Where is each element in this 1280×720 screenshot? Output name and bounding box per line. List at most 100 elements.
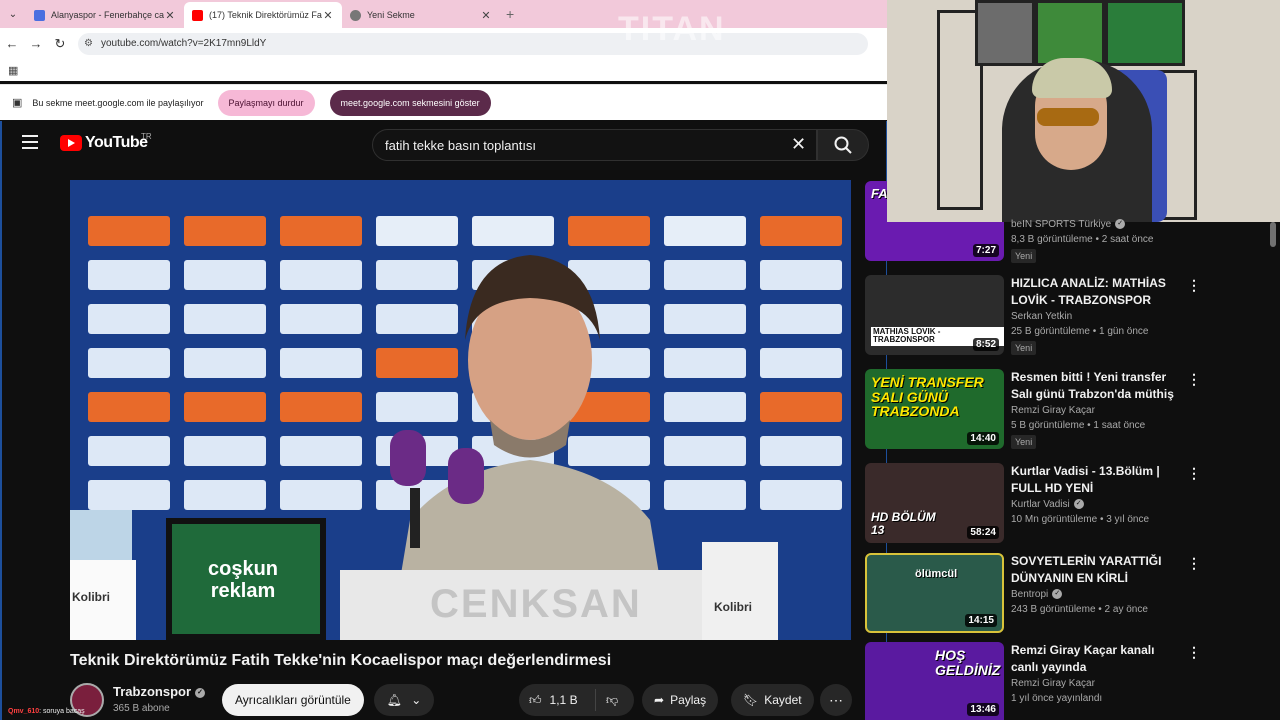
menu-icon[interactable] xyxy=(22,135,38,149)
watermark: TITAN xyxy=(618,10,726,48)
chevron-down-icon: ⌄ xyxy=(8,8,18,20)
channel-name[interactable]: Kurtlar Vadisi ✓ xyxy=(1011,499,1183,510)
dislike-button[interactable]: 👎︎ xyxy=(596,693,618,708)
thumbnail-text: HD BÖLÜM 13 xyxy=(871,510,936,537)
thumbs-up-icon: 👍︎ xyxy=(529,692,542,707)
channel-name[interactable]: Remzi Giray Kaçar xyxy=(1011,405,1183,416)
close-icon[interactable]: ✕ xyxy=(164,9,176,22)
video-title[interactable]: SOVYETLERİN YARATTIĞI DÜNYANIN EN KİRLİ … xyxy=(1011,553,1183,587)
verified-icon: ✓ xyxy=(1115,219,1126,230)
cup-right-text: Kolibri xyxy=(714,600,752,614)
channel-name[interactable]: Trabzonspor ✓ xyxy=(113,684,206,699)
video-thumbnail[interactable]: MATHIAS LOVIK - TRABZONSPOR 8:52 xyxy=(865,275,1004,355)
video-meta: 8,3 B görüntüleme • 2 saat önce xyxy=(1011,234,1154,245)
tab-title: Yeni Sekme xyxy=(367,10,415,20)
chat-username: Qmv_610 xyxy=(8,708,40,715)
like-button[interactable]: 👍︎ 1,1 B xyxy=(519,689,596,711)
video-player[interactable]: coşkun reklam CENKSAN Kolibri Kolibri xyxy=(70,180,851,640)
more-vertical-icon[interactable]: ⋮ xyxy=(1187,277,1201,294)
youtube-wordmark: YouTube xyxy=(85,134,148,151)
video-thumbnail[interactable]: HOŞ GELDİNİZ 13:46 xyxy=(865,642,1004,720)
channel-name[interactable]: beIN SPORTS Türkiye ✓ xyxy=(1011,219,1183,230)
close-icon[interactable]: ✕ xyxy=(322,9,334,22)
duration-badge: 7:27 xyxy=(972,244,999,257)
tab-strip: ⌄ Alanyaspor - Fenerbahçe canlı ... ✕ (1… xyxy=(0,0,887,28)
more-vertical-icon[interactable]: ⋮ xyxy=(1187,371,1201,388)
video-title[interactable]: HIZLICA ANALİZ: MATHİAS LOVİK - TRABZONS… xyxy=(1011,275,1183,309)
video-thumbnail[interactable]: YENİ TRANSFER SALI GÜNÜ TRABZONDA 14:40 xyxy=(865,369,1004,449)
list-item[interactable]: YENİ TRANSFER SALI GÜNÜ TRABZONDA 14:40 … xyxy=(865,369,1270,463)
new-badge: Yeni xyxy=(1011,249,1037,263)
wall-frame xyxy=(975,0,1035,66)
video-title[interactable]: Remzi Giray Kaçar kanalı canlı yayında xyxy=(1011,642,1183,676)
list-item[interactable]: HD BÖLÜM 13 58:24 Kurtlar Vadisi - 13.Bö… xyxy=(865,463,1270,557)
apps-grid-icon[interactable]: ▦ xyxy=(8,64,18,77)
show-meet-tab-button[interactable]: meet.google.com sekmesini göster xyxy=(329,89,491,116)
duration-badge: 14:15 xyxy=(965,614,997,627)
notifications-button[interactable]: 🔔︎ ⌄ xyxy=(374,684,434,716)
video-title[interactable]: Kurtlar Vadisi - 13.Bölüm | FULL HD YENİ xyxy=(1011,463,1183,497)
tab-youtube[interactable]: (17) Teknik Direktörümüz Fa... ✕ xyxy=(184,2,342,28)
clear-search-icon[interactable]: ✕ xyxy=(791,134,806,155)
subscriber-count: 365 B abone xyxy=(113,703,170,714)
channel-name[interactable]: Bentropi ✓ xyxy=(1011,589,1183,600)
address-bar[interactable]: ⚙ youtube.com/watch?v=2K17mn9LldY xyxy=(78,32,868,55)
channel-name-text: Kurtlar Vadisi xyxy=(1011,499,1070,510)
tab-title: (17) Teknik Direktörümüz Fa... xyxy=(209,10,322,20)
video-info: Kurtlar Vadisi - 13.Bölüm | FULL HD YENİ… xyxy=(1011,463,1183,525)
microphone xyxy=(448,448,484,504)
view-perks-button[interactable]: Ayrıcalıkları görüntüle xyxy=(222,684,364,716)
chat-message: : soruya bacaş xyxy=(39,708,85,715)
reload-icon[interactable]: ↻ xyxy=(48,36,72,52)
video-title[interactable]: Resmen bitti ! Yeni transfer Salı günü T… xyxy=(1011,369,1183,403)
tab-favicon xyxy=(34,9,45,21)
video-thumbnail[interactable]: HD BÖLÜM 13 58:24 xyxy=(865,463,1004,543)
tab-search-button[interactable]: ⌄ xyxy=(0,0,26,28)
youtube-logo[interactable]: YouTube xyxy=(60,134,148,152)
more-actions-button[interactable]: ⋯ xyxy=(820,684,852,716)
more-vertical-icon[interactable]: ⋮ xyxy=(1187,555,1201,572)
channel-name[interactable]: Remzi Giray Kaçar xyxy=(1011,678,1183,689)
list-item[interactable]: HOŞ GELDİNİZ 13:46 Remzi Giray Kaçar kan… xyxy=(865,642,1270,720)
close-icon[interactable]: ✕ xyxy=(480,9,492,22)
tab-alanyaspor[interactable]: Alanyaspor - Fenerbahçe canlı ... ✕ xyxy=(26,2,184,28)
search-input[interactable]: fatih tekke basın toplantısı xyxy=(372,129,817,161)
channel-name[interactable]: Serkan Yetkin xyxy=(1011,311,1183,322)
video-meta: 10 Mn görüntüleme • 3 yıl önce xyxy=(1011,514,1150,525)
youtube-favicon-icon xyxy=(192,9,203,21)
video-meta: 1 yıl önce yayınlandı xyxy=(1011,693,1103,704)
screen-share-icon: ▣ xyxy=(12,97,23,109)
back-arrow-icon[interactable]: ← xyxy=(0,36,24,51)
thumbnail-text: HOŞ GELDİNİZ xyxy=(935,647,1001,678)
site-settings-icon[interactable]: ⚙ xyxy=(84,38,93,49)
bookmarks-bar: ▦ xyxy=(0,59,887,81)
more-vertical-icon[interactable]: ⋮ xyxy=(1187,465,1201,482)
browser-toolbar: ← → ↻ ⚙ youtube.com/watch?v=2K17mn9LldY xyxy=(0,28,887,59)
new-tab-plus-icon[interactable]: + xyxy=(506,6,514,22)
more-vertical-icon[interactable]: ⋮ xyxy=(1187,644,1201,661)
share-button[interactable]: ➦ Paylaş xyxy=(642,684,719,716)
chat-overlay: Qmv_610: soruya bacaş xyxy=(8,708,85,715)
tab-title: Alanyaspor - Fenerbahçe canlı ... xyxy=(51,10,164,20)
forward-arrow-icon[interactable]: → xyxy=(24,36,48,51)
save-button[interactable]: 🔖︎ Kaydet xyxy=(731,684,814,716)
list-item[interactable]: ölümcül 14:15 SOVYETLERİN YARATTIĞI DÜNY… xyxy=(865,553,1270,647)
list-item[interactable]: MATHIAS LOVIK - TRABZONSPOR 8:52 HIZLICA… xyxy=(865,275,1270,369)
video-thumbnail[interactable]: ölümcül 14:15 xyxy=(865,553,1004,633)
save-label: Kaydet xyxy=(764,693,802,707)
bell-icon: 🔔︎ xyxy=(386,693,402,707)
duration-badge: 58:24 xyxy=(967,526,999,539)
wall-frame xyxy=(1035,0,1105,66)
video-info: HIZLICA ANALİZ: MATHİAS LOVİK - TRABZONS… xyxy=(1011,275,1183,356)
chrome-icon xyxy=(350,9,361,21)
video-meta: 5 B görüntüleme • 1 saat önce xyxy=(1011,420,1146,431)
tab-new[interactable]: Yeni Sekme ✕ xyxy=(342,2,500,28)
video-info: SOVYETLERİN YARATTIĞI DÜNYANIN EN KİRLİ … xyxy=(1011,553,1183,615)
thumbnail-text: ölümcül xyxy=(915,568,958,580)
search-button[interactable] xyxy=(817,129,869,161)
verified-icon: ✓ xyxy=(1052,589,1063,600)
sidebar-scrollbar[interactable] xyxy=(1270,222,1276,247)
stop-sharing-button[interactable]: Paylaşmayı durdur xyxy=(217,89,315,116)
chevron-down-icon: ⌄ xyxy=(411,693,422,707)
video-info: beIN SPORTS Türkiye ✓ 8,3 B görüntüleme •… xyxy=(1011,219,1183,264)
